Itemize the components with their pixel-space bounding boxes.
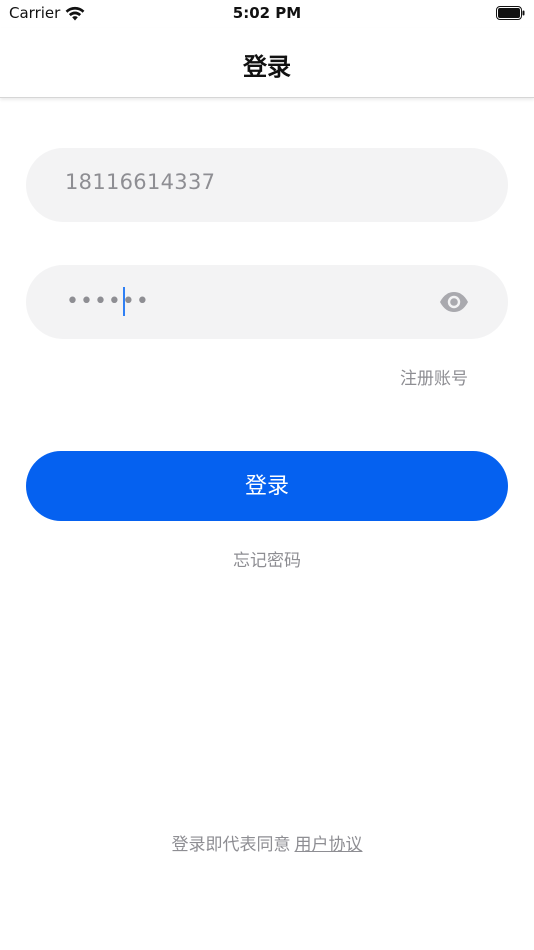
text-caret [123,287,125,316]
register-account-link[interactable]: 注册账号 [400,364,468,389]
forgot-password-link[interactable]: 忘记密码 [0,546,534,571]
agreement-notice: 登录即代表同意 用户协议 [0,830,534,855]
status-bar: Carrier 5:02 PM [0,0,534,28]
navigation-bar: 登录 [0,28,534,98]
agreement-prefix: 登录即代表同意 [171,835,291,855]
battery-icon [496,6,525,20]
page-title: 登录 [243,53,291,81]
phone-input-value: 18116614337 [65,170,216,194]
password-input[interactable]: •••••• [26,265,508,339]
status-time: 5:02 PM [232,4,302,22]
password-input-value: •••••• [66,289,150,314]
user-agreement-link[interactable]: 用户协议 [295,835,363,855]
login-button[interactable]: 登录 [26,451,508,521]
eye-icon[interactable] [439,291,469,313]
phone-input[interactable]: 18116614337 [26,148,508,222]
